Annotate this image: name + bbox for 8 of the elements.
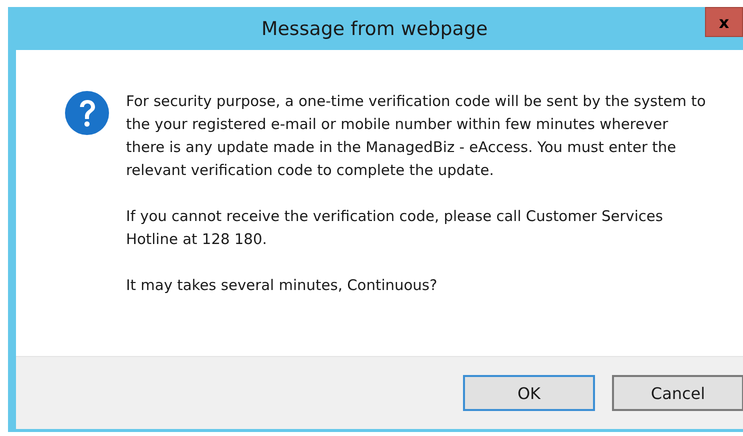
cancel-button[interactable]: Cancel (612, 375, 743, 411)
window-title: Message from webpage (261, 18, 488, 40)
message-text: It may takes several minutes, Continuous? (126, 276, 438, 296)
close-button[interactable]: x (705, 7, 743, 37)
ok-button[interactable]: OK (463, 375, 595, 411)
message-text: If you cannot receive the verification code, please call Customer Services Hotline at 128 180. (126, 207, 664, 250)
question-icon (64, 90, 110, 136)
message-text: For security purpose, a one-time verification code will be sent by the system to the your registered e-mail or mobile number within few minutes wherever there is any update made in the ManagedBiz - eAccess. You must enter the relevant verification code to complete the update. (126, 92, 706, 181)
